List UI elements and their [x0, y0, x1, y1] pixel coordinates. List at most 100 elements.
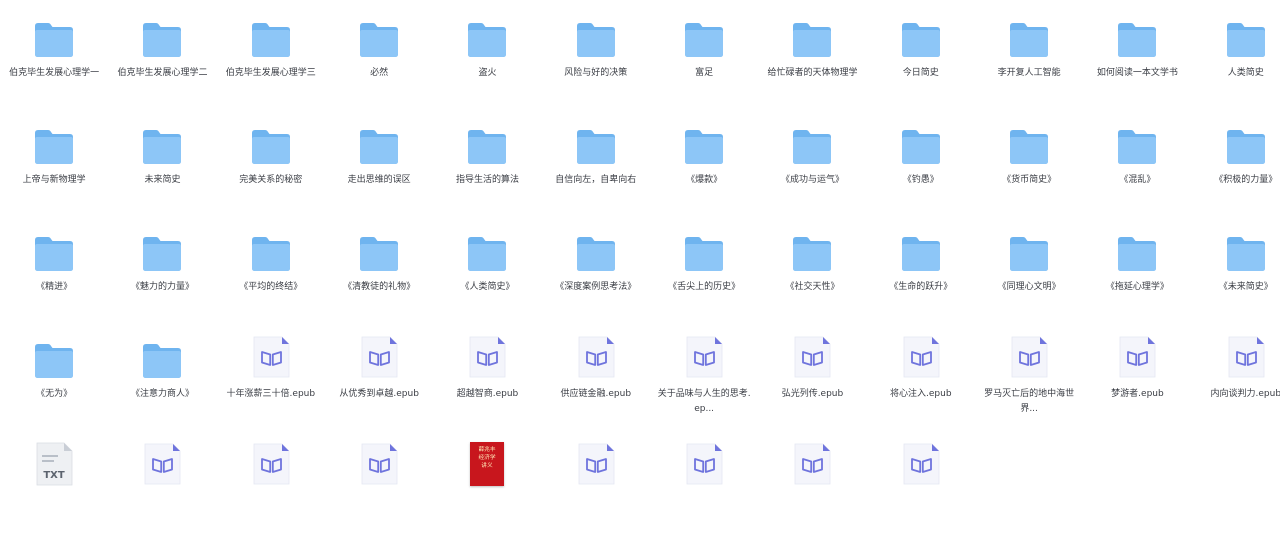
item-label: 《魅力的力量》: [130, 282, 194, 292]
folder-item[interactable]: 《爆款》: [650, 121, 758, 228]
item-label: 十年涨薪三十倍.epub: [226, 389, 316, 399]
item-label: 从优秀到卓越.epub: [339, 389, 419, 399]
file-item[interactable]: TXT: [0, 442, 108, 549]
folder-item[interactable]: 《社交天性》: [758, 228, 866, 335]
folder-item[interactable]: 给忙碌者的天体物理学: [758, 14, 866, 121]
item-label: 超越智商.epub: [456, 389, 519, 399]
file-item[interactable]: [650, 442, 758, 549]
folder-icon: [1007, 14, 1051, 58]
folder-item[interactable]: 如何阅读一本文学书: [1083, 14, 1191, 121]
file-item[interactable]: 梦游者.epub: [1083, 335, 1191, 442]
epub-file-icon: [899, 335, 943, 379]
item-label: 李开复人工智能: [997, 68, 1061, 78]
folder-item[interactable]: 《深度案例思考法》: [542, 228, 650, 335]
file-item[interactable]: 将心注入.epub: [867, 335, 975, 442]
folder-icon: [249, 228, 293, 272]
folder-item[interactable]: 风险与好的决策: [542, 14, 650, 121]
file-item[interactable]: 内向谈判力.epub: [1192, 335, 1280, 442]
file-item[interactable]: [542, 442, 650, 549]
folder-item[interactable]: 《清教徒的礼物》: [325, 228, 433, 335]
folder-item[interactable]: 伯克毕生发展心理学一: [0, 14, 108, 121]
item-label: 《混乱》: [1119, 175, 1156, 185]
file-item[interactable]: 超越智商.epub: [433, 335, 541, 442]
book-cover-text: 薛兆丰: [478, 446, 497, 453]
folder-item[interactable]: 走出思维的误区: [325, 121, 433, 228]
folder-icon: [32, 14, 76, 58]
file-grid: 伯克毕生发展心理学一 伯克毕生发展心理学二 伯克毕生发展心理学三 必然 盗火 风…: [0, 0, 1280, 500]
epub-file-icon: [1115, 335, 1159, 379]
folder-item[interactable]: 《同理心文明》: [975, 228, 1083, 335]
folder-item[interactable]: 《钓愚》: [867, 121, 975, 228]
folder-item[interactable]: 《舌尖上的历史》: [650, 228, 758, 335]
file-item[interactable]: [108, 442, 216, 549]
folder-icon: [32, 335, 76, 379]
epub-file-icon: [1224, 335, 1268, 379]
folder-item[interactable]: 必然: [325, 14, 433, 121]
item-label: 梦游者.epub: [1111, 389, 1164, 399]
folder-item[interactable]: 《魅力的力量》: [108, 228, 216, 335]
item-label: 《同理心文明》: [997, 282, 1061, 292]
file-item[interactable]: 薛兆丰 经济学 讲义: [433, 442, 541, 549]
txt-file-icon: TXT: [32, 442, 76, 486]
item-label: 将心注入.epub: [890, 389, 952, 399]
folder-item[interactable]: 《积极的力量》: [1192, 121, 1280, 228]
epub-file-icon: [790, 442, 834, 486]
folder-item[interactable]: 盗火: [433, 14, 541, 121]
folder-icon: [1224, 14, 1268, 58]
book-cover: 薛兆丰 经济学 讲义: [465, 442, 509, 486]
folder-item[interactable]: 自信向左，自卑向右: [542, 121, 650, 228]
item-label: 《平均的终结》: [239, 282, 303, 292]
epub-file-icon: [357, 442, 401, 486]
folder-item[interactable]: 《注意力商人》: [108, 335, 216, 442]
folder-item[interactable]: 富足: [650, 14, 758, 121]
epub-file-icon: [249, 442, 293, 486]
folder-item[interactable]: 完美关系的秘密: [217, 121, 325, 228]
folder-item[interactable]: 《拖延心理学》: [1083, 228, 1191, 335]
file-item[interactable]: 罗马灭亡后的地中海世界...: [975, 335, 1083, 442]
file-item[interactable]: 关于品味与人生的思考.ep...: [650, 335, 758, 442]
folder-item[interactable]: 《混乱》: [1083, 121, 1191, 228]
folder-icon: [140, 228, 184, 272]
folder-item[interactable]: 今日简史: [867, 14, 975, 121]
txt-icon-text: TXT: [43, 470, 65, 481]
folder-item[interactable]: 《生命的跃升》: [867, 228, 975, 335]
folder-item[interactable]: 伯克毕生发展心理学二: [108, 14, 216, 121]
folder-item[interactable]: 《平均的终结》: [217, 228, 325, 335]
folder-item[interactable]: 人类简史: [1192, 14, 1280, 121]
folder-icon: [1007, 121, 1051, 165]
folder-item[interactable]: 未来简史: [108, 121, 216, 228]
epub-file-icon: [574, 442, 618, 486]
folder-item[interactable]: 《无为》: [0, 335, 108, 442]
file-item[interactable]: [325, 442, 433, 549]
file-item[interactable]: 供应链金融.epub: [542, 335, 650, 442]
folder-item[interactable]: 上帝与新物理学: [0, 121, 108, 228]
file-item[interactable]: [217, 442, 325, 549]
folder-icon: [465, 121, 509, 165]
folder-icon: [682, 14, 726, 58]
folder-item[interactable]: 伯克毕生发展心理学三: [217, 14, 325, 121]
file-item[interactable]: 十年涨薪三十倍.epub: [217, 335, 325, 442]
folder-item[interactable]: 《人类简史》: [433, 228, 541, 335]
folder-item[interactable]: 指导生活的算法: [433, 121, 541, 228]
folder-item[interactable]: 《成功与运气》: [758, 121, 866, 228]
file-item[interactable]: [867, 442, 975, 549]
item-label: 今日简史: [902, 68, 939, 78]
folder-item[interactable]: 《货币简史》: [975, 121, 1083, 228]
folder-icon: [574, 14, 618, 58]
file-item[interactable]: [758, 442, 866, 549]
folder-icon: [357, 121, 401, 165]
epub-file-icon: [357, 335, 401, 379]
item-label: 弘光列传.epub: [781, 389, 844, 399]
epub-file-icon: [140, 442, 184, 486]
item-label: 《社交天性》: [785, 282, 840, 292]
folder-icon: [1224, 121, 1268, 165]
item-label: 《积极的力量》: [1214, 175, 1278, 185]
folder-item[interactable]: 《未来简史》: [1192, 228, 1280, 335]
folder-item[interactable]: 李开复人工智能: [975, 14, 1083, 121]
item-label: 供应链金融.epub: [560, 389, 632, 399]
file-item[interactable]: 弘光列传.epub: [758, 335, 866, 442]
item-label: 伯克毕生发展心理学一: [9, 68, 100, 78]
folder-item[interactable]: 《精进》: [0, 228, 108, 335]
file-item[interactable]: 从优秀到卓越.epub: [325, 335, 433, 442]
epub-file-icon: [574, 335, 618, 379]
